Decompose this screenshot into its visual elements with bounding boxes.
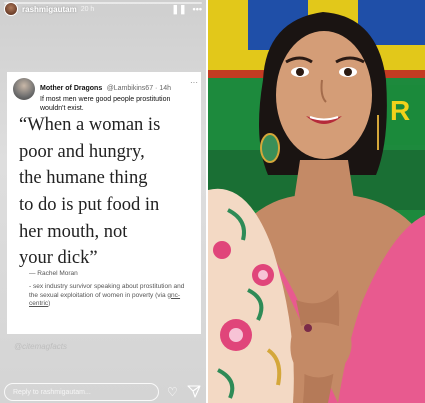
tweet-handle: @Lambikins67 · 14h (106, 85, 171, 92)
quote-attribution: — Rachel Moran - sex industry survivor s… (29, 270, 189, 309)
quote-line: her mouth, not (19, 221, 128, 242)
more-icon[interactable]: ••• (193, 4, 202, 14)
attribution-name: — Rachel Moran (29, 270, 78, 277)
send-icon[interactable] (187, 384, 201, 398)
quote-line: poor and hungry, (19, 141, 145, 162)
quote-block: “When a woman is poor and hungry, the hu… (19, 112, 195, 272)
tweet-avatar (13, 78, 35, 100)
tweet-text: If most men were good people prostitutio… (40, 95, 171, 112)
tweet-more-icon: ··· (190, 78, 198, 87)
quote-line: “When a woman is (19, 115, 161, 135)
tv-show-photo: R (208, 0, 425, 403)
story-header: rashmigautam 20 h ❚❚ ••• (4, 0, 202, 18)
quote-line: your dick” (19, 248, 98, 269)
attribution-close: ) (48, 300, 51, 308)
avatar[interactable] (4, 2, 18, 16)
tweet-card: Mother of Dragons @Lambikins67 · 14h If … (7, 72, 201, 334)
mention-sticker[interactable]: @citemagfacts (14, 342, 67, 351)
svg-text:R: R (390, 95, 410, 126)
reply-input[interactable]: Reply to rashmigautam... (4, 383, 159, 401)
instagram-story: rashmigautam 20 h ❚❚ ••• Mother of Drago… (0, 0, 206, 403)
tweet-author-name: Mother of Dragons (40, 85, 103, 92)
heart-icon[interactable]: ♡ (167, 385, 178, 399)
quote-line: the humane thing (19, 168, 148, 189)
story-username[interactable]: rashmigautam (22, 5, 77, 14)
host-portrait: R (208, 0, 425, 403)
attribution-description: - sex industry survivor speaking about p… (29, 282, 185, 299)
quote-line: to do is put food in (19, 194, 160, 215)
reply-placeholder: Reply to rashmigautam... (13, 388, 91, 396)
pause-icon[interactable]: ❚❚ (171, 4, 186, 15)
story-timestamp: 20 h (80, 5, 95, 13)
